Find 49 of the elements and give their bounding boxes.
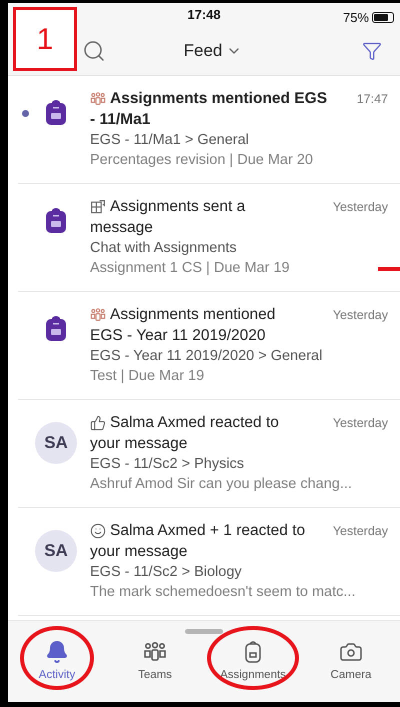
initials-avatar: SA bbox=[35, 530, 77, 572]
feed-item-time: Yesterday bbox=[332, 415, 388, 432]
feed-item-title: message bbox=[90, 219, 153, 236]
smiley-icon bbox=[90, 522, 106, 538]
annotation-dash bbox=[378, 267, 400, 271]
filter-icon bbox=[362, 41, 382, 61]
drag-handle[interactable] bbox=[185, 629, 223, 634]
bell-icon bbox=[44, 640, 69, 664]
feed-item-preview: Percentages revision | Due Mar 20 bbox=[90, 151, 314, 170]
feed-item-channel: Chat with Assignments bbox=[90, 239, 238, 258]
feed-item-time: Yesterday bbox=[332, 199, 388, 216]
battery-icon bbox=[372, 12, 394, 24]
feed-item-title: Assignments mentioned EGS bbox=[110, 89, 328, 109]
feed-item-preview: The mark schemedoesn't seem to matc... bbox=[90, 583, 356, 602]
feed-item-channel: EGS - Year 11 2019/2020 > General bbox=[90, 347, 324, 366]
initials-avatar: SA bbox=[35, 422, 77, 464]
feed-item-title: Salma Axmed reacted to bbox=[110, 413, 279, 433]
feed-item-time: 17:47 bbox=[356, 91, 388, 108]
thumbs-up-icon bbox=[90, 414, 106, 430]
feed-item-channel: EGS - 11/Sc2 > Biology bbox=[90, 563, 243, 582]
nav-tab[interactable]: Camera bbox=[330, 640, 372, 684]
battery-percent: 75% bbox=[342, 9, 369, 27]
feed-item-channel: EGS - 11/Sc2 > Physics bbox=[90, 455, 246, 474]
annotation-number: 1 bbox=[13, 7, 77, 71]
people-icon bbox=[90, 90, 106, 106]
feed-item-preview: Ashruf Amod Sir can you please chang... bbox=[90, 475, 353, 494]
people-icon bbox=[90, 306, 106, 322]
feed-item-title: - 11/Ma1 bbox=[90, 111, 150, 128]
feed-item-title: Assignments mentioned bbox=[110, 305, 276, 325]
feed-item-title: Salma Axmed + 1 reacted to bbox=[110, 521, 306, 541]
nav-tab[interactable]: Teams bbox=[138, 640, 172, 684]
feed-item-channel: EGS - 11/Ma1 > General bbox=[90, 131, 250, 150]
feed-item-title: EGS - Year 11 2019/2020 bbox=[90, 327, 266, 344]
feed-item-title: Assignments sent a bbox=[110, 197, 246, 217]
backpack-avatar bbox=[44, 314, 68, 342]
feed-item-time: Yesterday bbox=[332, 523, 388, 540]
feed-item-title: your message bbox=[90, 435, 188, 452]
backpack-avatar bbox=[44, 98, 68, 126]
nav-tab[interactable]: Activity bbox=[38, 640, 76, 684]
people-icon bbox=[143, 640, 167, 664]
feed-item-title: your message bbox=[90, 543, 188, 560]
status-time: 17:48 bbox=[187, 6, 221, 24]
feed-item-time: Yesterday bbox=[332, 307, 388, 324]
feed-item-preview: Assignment 1 CS | Due Mar 19 bbox=[90, 259, 291, 278]
feed-item-preview: Test | Due Mar 19 bbox=[90, 367, 206, 386]
backpack-avatar bbox=[44, 206, 68, 234]
backpack-icon bbox=[243, 640, 263, 664]
feed-dropdown[interactable]: Feed bbox=[184, 38, 242, 64]
nav-tab[interactable]: Assignments bbox=[220, 640, 286, 684]
